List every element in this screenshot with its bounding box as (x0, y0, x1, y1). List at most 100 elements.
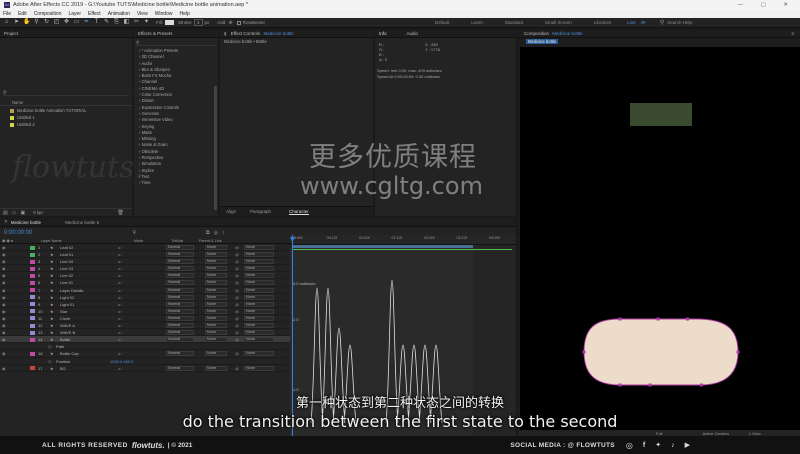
trkmat-dropdown[interactable]: None (205, 273, 227, 279)
parent-dropdown[interactable]: None (244, 259, 274, 265)
layer-label-color[interactable] (30, 266, 35, 271)
layer-row[interactable]: ◉ 6 ★ Line 01 ⌀ ⁄ Normal None @ None (0, 279, 290, 287)
visibility-icon[interactable]: ◉ (2, 350, 6, 357)
layer-label-color[interactable] (30, 302, 35, 307)
layer-row[interactable]: ◉ 4 ★ Line 03 ⌀ ⁄ Normal None @ None (0, 265, 290, 273)
home-icon[interactable]: ⌂ (3, 19, 10, 26)
layer-name[interactable]: WAVE A (60, 322, 75, 329)
layer-name[interactable]: BG (60, 365, 66, 372)
layer-switches[interactable]: ⌀ ⁄ (118, 365, 122, 372)
layer-name[interactable]: Bottle Cap (60, 350, 79, 357)
pan-behind-tool-icon[interactable]: ✥ (63, 19, 70, 26)
rotobezier-checkbox[interactable] (236, 20, 241, 25)
visibility-icon[interactable]: ◉ (2, 329, 6, 336)
layer-label-color[interactable] (30, 351, 35, 356)
timecode-display[interactable]: 0:00:00:00 (4, 230, 32, 236)
tab-info[interactable]: Info (379, 30, 387, 38)
pick-whip-icon[interactable]: @ (235, 301, 239, 308)
mode-header[interactable]: Mode (134, 239, 144, 243)
bottle-cap-shape[interactable] (630, 103, 692, 126)
mode-dropdown[interactable]: Normal (166, 330, 194, 336)
tab-composition[interactable]: Medicine bottle (526, 39, 559, 44)
layer-name[interactable]: Star (60, 308, 67, 315)
pick-whip-icon[interactable]: @ (235, 329, 239, 336)
rectangle-tool-icon[interactable]: ▭ (73, 19, 80, 26)
menu-file[interactable]: File (3, 10, 11, 18)
timeline-search-icon[interactable]: ⚲ (132, 230, 136, 236)
camera-tool-icon[interactable]: ◰ (53, 19, 60, 26)
menu-help[interactable]: Help (179, 10, 189, 18)
workspace-learn[interactable]: Learn (471, 20, 483, 25)
parent-dropdown[interactable]: None (244, 245, 274, 250)
puppet-tool-icon[interactable]: ✦ (143, 19, 150, 26)
layer-name[interactable]: Line 02 (60, 272, 73, 279)
add-dropdown[interactable]: ⊕ (229, 20, 233, 26)
trkmat-dropdown[interactable]: None (205, 287, 227, 293)
layer-switches[interactable]: ⌀ ⁄ (118, 322, 122, 329)
parent-dropdown[interactable]: None (244, 351, 274, 357)
tab-audio[interactable]: Audio (407, 30, 419, 38)
layer-switches[interactable]: ⌀ ⁄ (118, 265, 122, 272)
parent-dropdown[interactable]: None (244, 337, 274, 343)
menu-animation[interactable]: Animation (108, 10, 130, 18)
parent-dropdown[interactable]: None (244, 252, 274, 258)
parent-dropdown[interactable]: None (244, 294, 274, 300)
panel-menu-icon[interactable]: ≡ (791, 30, 794, 38)
layer-switches[interactable]: ⌀ ⁄ (118, 272, 122, 279)
property-value[interactable]: 1000.0,460.0 (110, 358, 133, 365)
twitter-icon[interactable]: ✦ (655, 441, 661, 449)
workspace-line[interactable]: Line (627, 20, 636, 25)
pick-whip-icon[interactable]: @ (235, 322, 239, 329)
pick-whip-icon[interactable]: @ (235, 272, 239, 279)
property-row[interactable]: ◷ Path (0, 343, 290, 351)
mode-dropdown[interactable]: Normal (166, 323, 194, 329)
interpret-footage-icon[interactable]: ▤ (3, 210, 8, 216)
pick-whip-icon[interactable]: @ (235, 287, 239, 294)
property-name[interactable]: Position (56, 358, 70, 365)
layer-row[interactable]: ◉ 13 ★ WAVE B ⌀ ⁄ Normal None @ None (0, 329, 290, 337)
mode-dropdown[interactable]: Normal (166, 266, 194, 272)
layer-name[interactable]: Leaf 01 (60, 251, 73, 258)
project-item[interactable]: Untitled 2 (0, 121, 132, 128)
tab-character[interactable]: Character (289, 209, 309, 215)
type-tool-icon[interactable]: T (93, 19, 100, 26)
menu-window[interactable]: Window (155, 10, 173, 18)
mode-dropdown[interactable]: Normal (166, 287, 194, 293)
name-column-header[interactable]: Name (12, 100, 23, 105)
rotate-tool-icon[interactable]: ↻ (43, 19, 50, 26)
visibility-icon[interactable]: ◉ (2, 308, 6, 315)
composition-viewer[interactable] (520, 47, 800, 430)
motion-blur-icon[interactable]: ◎ (214, 230, 218, 236)
mode-dropdown[interactable]: Normal (166, 351, 194, 357)
bpc-label[interactable]: 8 bpc (33, 210, 43, 215)
pick-whip-icon[interactable]: @ (235, 279, 239, 286)
visibility-icon[interactable]: ◉ (2, 244, 6, 251)
parent-dropdown[interactable]: None (244, 330, 274, 336)
parent-dropdown[interactable]: None (244, 301, 274, 307)
layer-label-color[interactable] (30, 295, 35, 300)
layer-label-color[interactable] (30, 323, 35, 328)
pick-whip-icon[interactable]: @ (235, 336, 239, 343)
new-comp-icon[interactable]: ▣ (20, 210, 25, 216)
layer-row[interactable]: ◉ 11 ★ Circle ⌀ ⁄ Normal None @ None (0, 315, 290, 323)
layer-name[interactable]: Layer Details (60, 287, 83, 294)
mode-dropdown[interactable]: Normal (166, 273, 194, 279)
visibility-icon[interactable]: ◉ (2, 258, 6, 265)
effects-scrollbar[interactable] (214, 86, 217, 210)
parent-dropdown[interactable]: None (244, 323, 274, 329)
path-vertex[interactable] (700, 383, 703, 387)
trkmat-dropdown[interactable]: None (205, 259, 227, 265)
layer-switches[interactable]: ⌀ ⁄ (118, 251, 122, 258)
property-name[interactable]: Path (56, 343, 64, 350)
clone-tool-icon[interactable]: ⎘ (113, 19, 120, 26)
visibility-icon[interactable]: ◉ (2, 365, 6, 372)
layer-label-color[interactable] (30, 280, 35, 285)
mode-dropdown[interactable]: Normal (166, 294, 194, 300)
facebook-icon[interactable]: f (643, 442, 645, 449)
property-row[interactable]: ◷ Position 1000.0,460.0 (0, 358, 290, 365)
layer-row[interactable]: ◉ 12 ★ WAVE A ⌀ ⁄ Normal None @ None (0, 322, 290, 330)
layer-row[interactable]: ◉ 1 ★ Leaf 02 ⌀ ⁄ Normal None @ None (0, 244, 290, 252)
visibility-icon[interactable]: ◉ (2, 315, 6, 322)
workspace-libraries[interactable]: Libraries (594, 20, 611, 25)
visibility-icon[interactable]: ◉ (2, 336, 6, 343)
